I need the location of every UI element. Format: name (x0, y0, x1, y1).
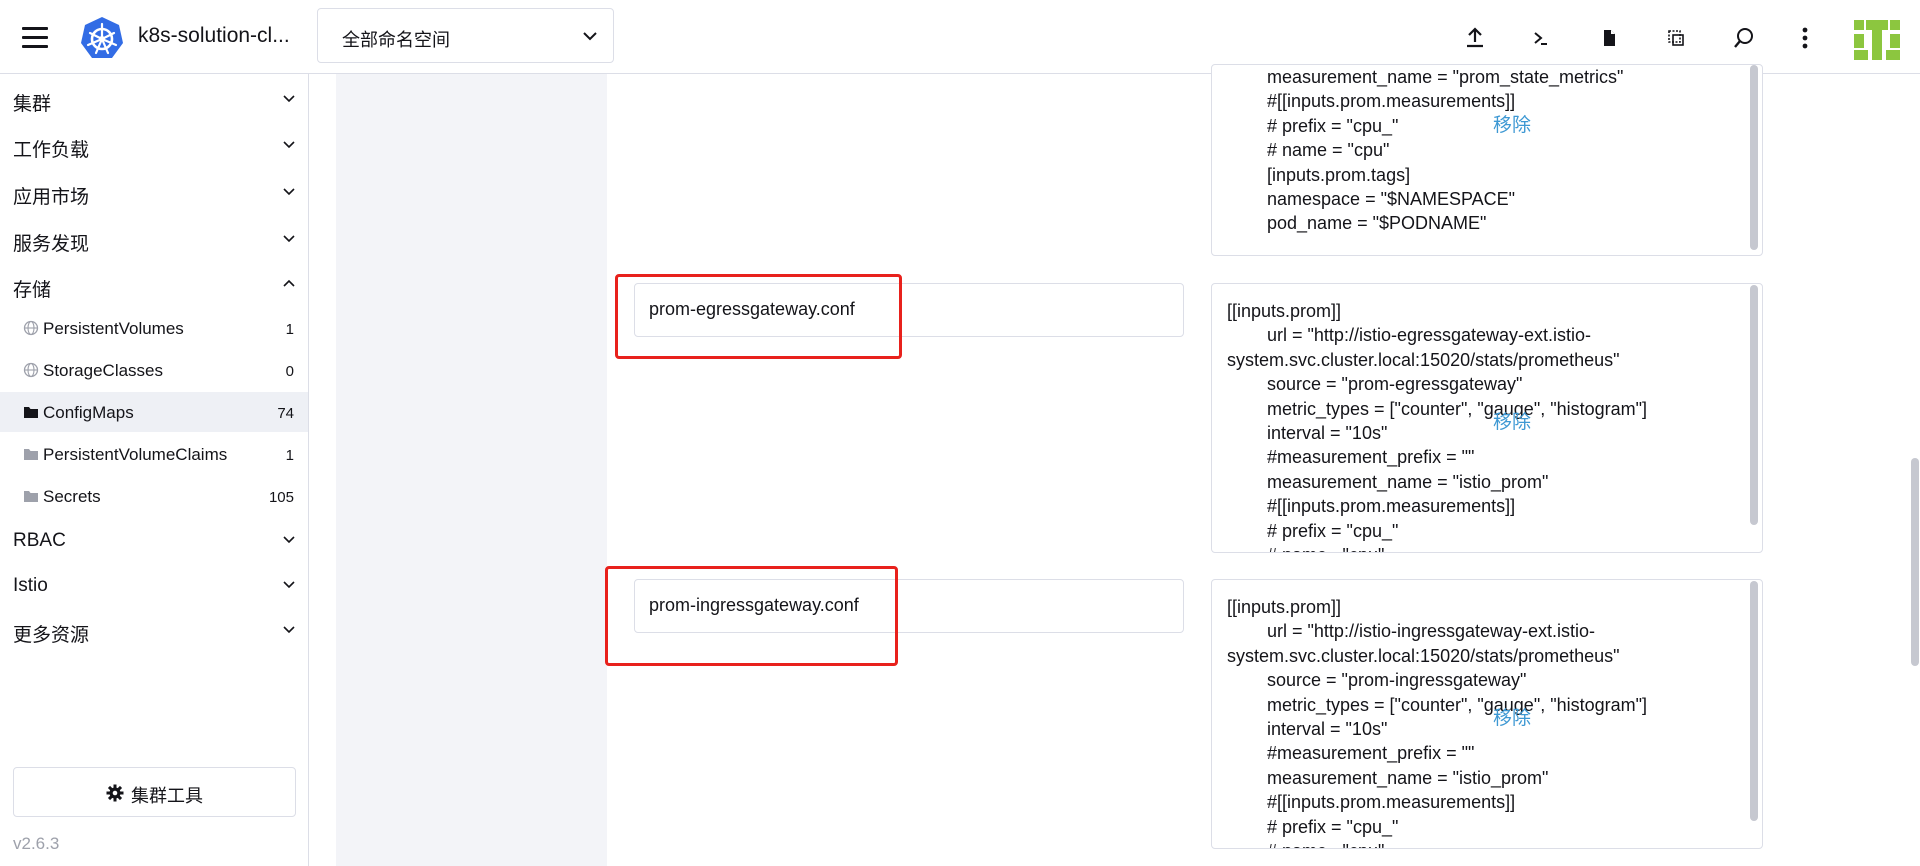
remove-button[interactable]: 移除 (1493, 703, 1531, 730)
cluster-tools-label: 集群工具 (131, 786, 203, 806)
folder-icon (24, 449, 38, 460)
chevron-up-icon (283, 279, 295, 287)
sidebar-group-storage[interactable]: 存储 (0, 264, 308, 304)
chevron-down-icon (283, 141, 295, 149)
sidebar-group-label: 服务发现 (13, 234, 90, 255)
menu-icon[interactable] (22, 25, 50, 49)
search-icon[interactable] (1730, 24, 1758, 52)
value-text: [[inputs.prom]] url = "http://istio-ingr… (1227, 597, 1648, 848)
namespace-select[interactable]: 全部命名空间 (317, 8, 614, 63)
sidebar-item-persistent-volumes[interactable]: PersistentVolumes 1 (0, 308, 308, 348)
sidebar-item-secrets[interactable]: Secrets 105 (0, 476, 308, 516)
sidebar-item-persistent-volume-claims[interactable]: PersistentVolumeClaims 1 (0, 434, 308, 474)
sidebar-group-workloads[interactable]: 工作负载 (0, 124, 308, 164)
sidebar-group-cluster[interactable]: 集群 (0, 78, 308, 118)
terminal-icon[interactable] (1527, 24, 1555, 52)
file-icon[interactable] (1595, 24, 1623, 52)
value-textarea[interactable]: [[inputs.prom]] url = "http://istio-egre… (1211, 283, 1763, 553)
sidebar-item-label: PersistentVolumes (43, 319, 184, 338)
value-text: measurement_name = "prom_state_metrics" … (1267, 67, 1624, 234)
globe-icon (23, 362, 39, 378)
highlight-box (605, 566, 898, 666)
value-textarea[interactable]: measurement_name = "prom_state_metrics" … (1211, 64, 1763, 256)
remove-button[interactable]: 移除 (1493, 407, 1531, 434)
version-label: v2.6.3 (13, 834, 60, 853)
namespace-select-value: 全部命名空间 (342, 30, 450, 50)
sidebar-group-label: 工作负载 (13, 140, 90, 161)
value-textarea[interactable]: [[inputs.prom]] url = "http://istio-ingr… (1211, 579, 1763, 849)
sidebar-item-count: 74 (277, 405, 294, 422)
sidebar-item-count: 0 (285, 363, 294, 380)
chevron-down-icon (283, 95, 295, 103)
left-gutter (336, 74, 607, 866)
chevron-down-icon (283, 188, 295, 196)
textarea-scrollbar[interactable] (1750, 581, 1758, 821)
sidebar-item-count: 1 (285, 321, 294, 338)
sidebar-group-service-discovery[interactable]: 服务发现 (0, 218, 308, 258)
top-header: k8s-solution-cl... 全部命名空间 (0, 0, 1920, 74)
sidebar-group-label: 集群 (13, 94, 52, 115)
main-content: measurement_name = "prom_state_metrics" … (310, 64, 1920, 866)
sidebar-group-app-market[interactable]: 应用市场 (0, 171, 308, 211)
value-text: [[inputs.prom]] url = "http://istio-egre… (1227, 301, 1648, 552)
sidebar-group-rbac[interactable]: RBAC (0, 519, 308, 559)
chevron-down-icon (583, 32, 597, 41)
sidebar: 集群 工作负载 应用市场 服务发现 存储 PersistentVolumes 1… (0, 74, 309, 866)
gear-icon (106, 784, 124, 802)
sidebar-group-more-resources[interactable]: 更多资源 (0, 609, 308, 649)
textarea-scrollbar[interactable] (1750, 65, 1758, 250)
chevron-down-icon (283, 626, 295, 634)
sidebar-item-count: 105 (268, 489, 294, 506)
page-scrollbar[interactable] (1911, 458, 1919, 666)
sidebar-group-label: 更多资源 (13, 625, 90, 646)
sidebar-group-label: Istio (13, 575, 48, 596)
sidebar-item-count: 1 (285, 447, 294, 464)
kubernetes-logo-icon (81, 17, 123, 58)
sidebar-item-label: PersistentVolumeClaims (43, 445, 228, 464)
sidebar-item-label: StorageClasses (43, 361, 164, 380)
user-avatar[interactable] (1852, 18, 1902, 62)
folder-icon (24, 407, 38, 418)
sidebar-group-label: RBAC (13, 530, 66, 551)
sidebar-item-storage-classes[interactable]: StorageClasses 0 (0, 350, 308, 390)
remove-button[interactable]: 移除 (1493, 110, 1531, 137)
copy-config-icon[interactable] (1662, 24, 1690, 52)
highlight-box (615, 274, 902, 359)
chevron-down-icon (283, 235, 295, 243)
textarea-scrollbar[interactable] (1750, 285, 1758, 525)
sidebar-group-label: 应用市场 (13, 187, 90, 208)
sidebar-item-configmaps[interactable]: ConfigMaps 74 (0, 392, 308, 432)
upload-icon[interactable] (1461, 24, 1489, 52)
globe-icon (23, 320, 39, 336)
sidebar-item-label: Secrets (43, 487, 101, 506)
chevron-down-icon (283, 581, 295, 589)
cluster-name[interactable]: k8s-solution-cl... (138, 24, 290, 48)
chevron-down-icon (283, 536, 295, 544)
sidebar-group-label: 存储 (13, 280, 52, 301)
cluster-tools-button[interactable]: 集群工具 (13, 767, 296, 817)
more-icon[interactable] (1791, 24, 1819, 52)
sidebar-item-label: ConfigMaps (43, 403, 134, 422)
sidebar-group-istio[interactable]: Istio (0, 564, 308, 604)
folder-icon (24, 491, 38, 502)
